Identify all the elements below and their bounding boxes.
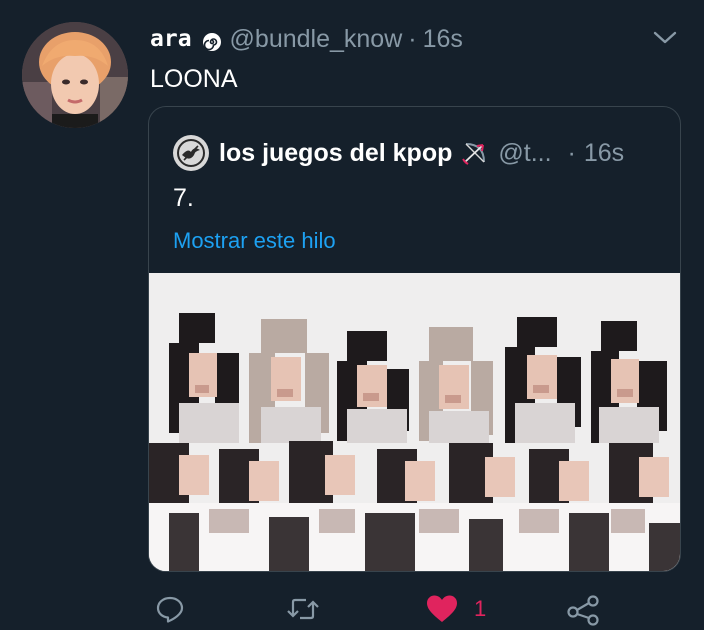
quoted-author-name[interactable]: los juegos del kpop [219,137,452,169]
retweet-button[interactable] [286,594,320,624]
tweet-action-bar: 1 [0,588,704,630]
reply-icon [156,596,184,623]
tweet-timestamp[interactable]: 16s [423,24,463,54]
like-count: 1 [474,596,487,621]
quoted-author-handle[interactable]: @t... [498,137,551,169]
share-button[interactable] [566,594,600,626]
like-button[interactable]: 1 [426,594,486,624]
bow-and-arrow-icon [462,140,488,166]
quoted-tweet-card[interactable]: los juegos del kpop @t... · 16s 7. Mostr… [148,106,681,572]
quoted-tweet-header: los juegos del kpop @t... · 16s [173,135,624,171]
author-avatar[interactable] [22,22,128,128]
quoted-author-avatar[interactable] [173,135,209,171]
author-handle[interactable]: @bundle_know [230,24,403,54]
author-display-name[interactable]: ara [150,24,192,54]
retweet-icon [287,598,319,620]
tweet-text: LOONA [150,65,238,93]
share-icon [567,595,599,626]
quoted-tweet-timestamp[interactable]: 16s [584,137,624,169]
spiral-emoji-icon [202,29,222,51]
separator-dot: · [567,139,576,167]
separator-dot: · [408,25,417,53]
show-thread-link[interactable]: Mostrar este hilo [173,227,336,255]
quoted-tweet-text: 7. [173,184,194,212]
tweet-header: ara @bundle_know · 16s [150,24,463,54]
chevron-down-icon[interactable] [652,30,678,46]
reply-button[interactable] [155,594,185,624]
quoted-tweet-image[interactable] [149,273,680,571]
mockingjay-icon [177,139,205,167]
pixelated-group-photo [149,273,680,571]
heart-icon [427,595,457,622]
avatar-photo [22,22,128,128]
